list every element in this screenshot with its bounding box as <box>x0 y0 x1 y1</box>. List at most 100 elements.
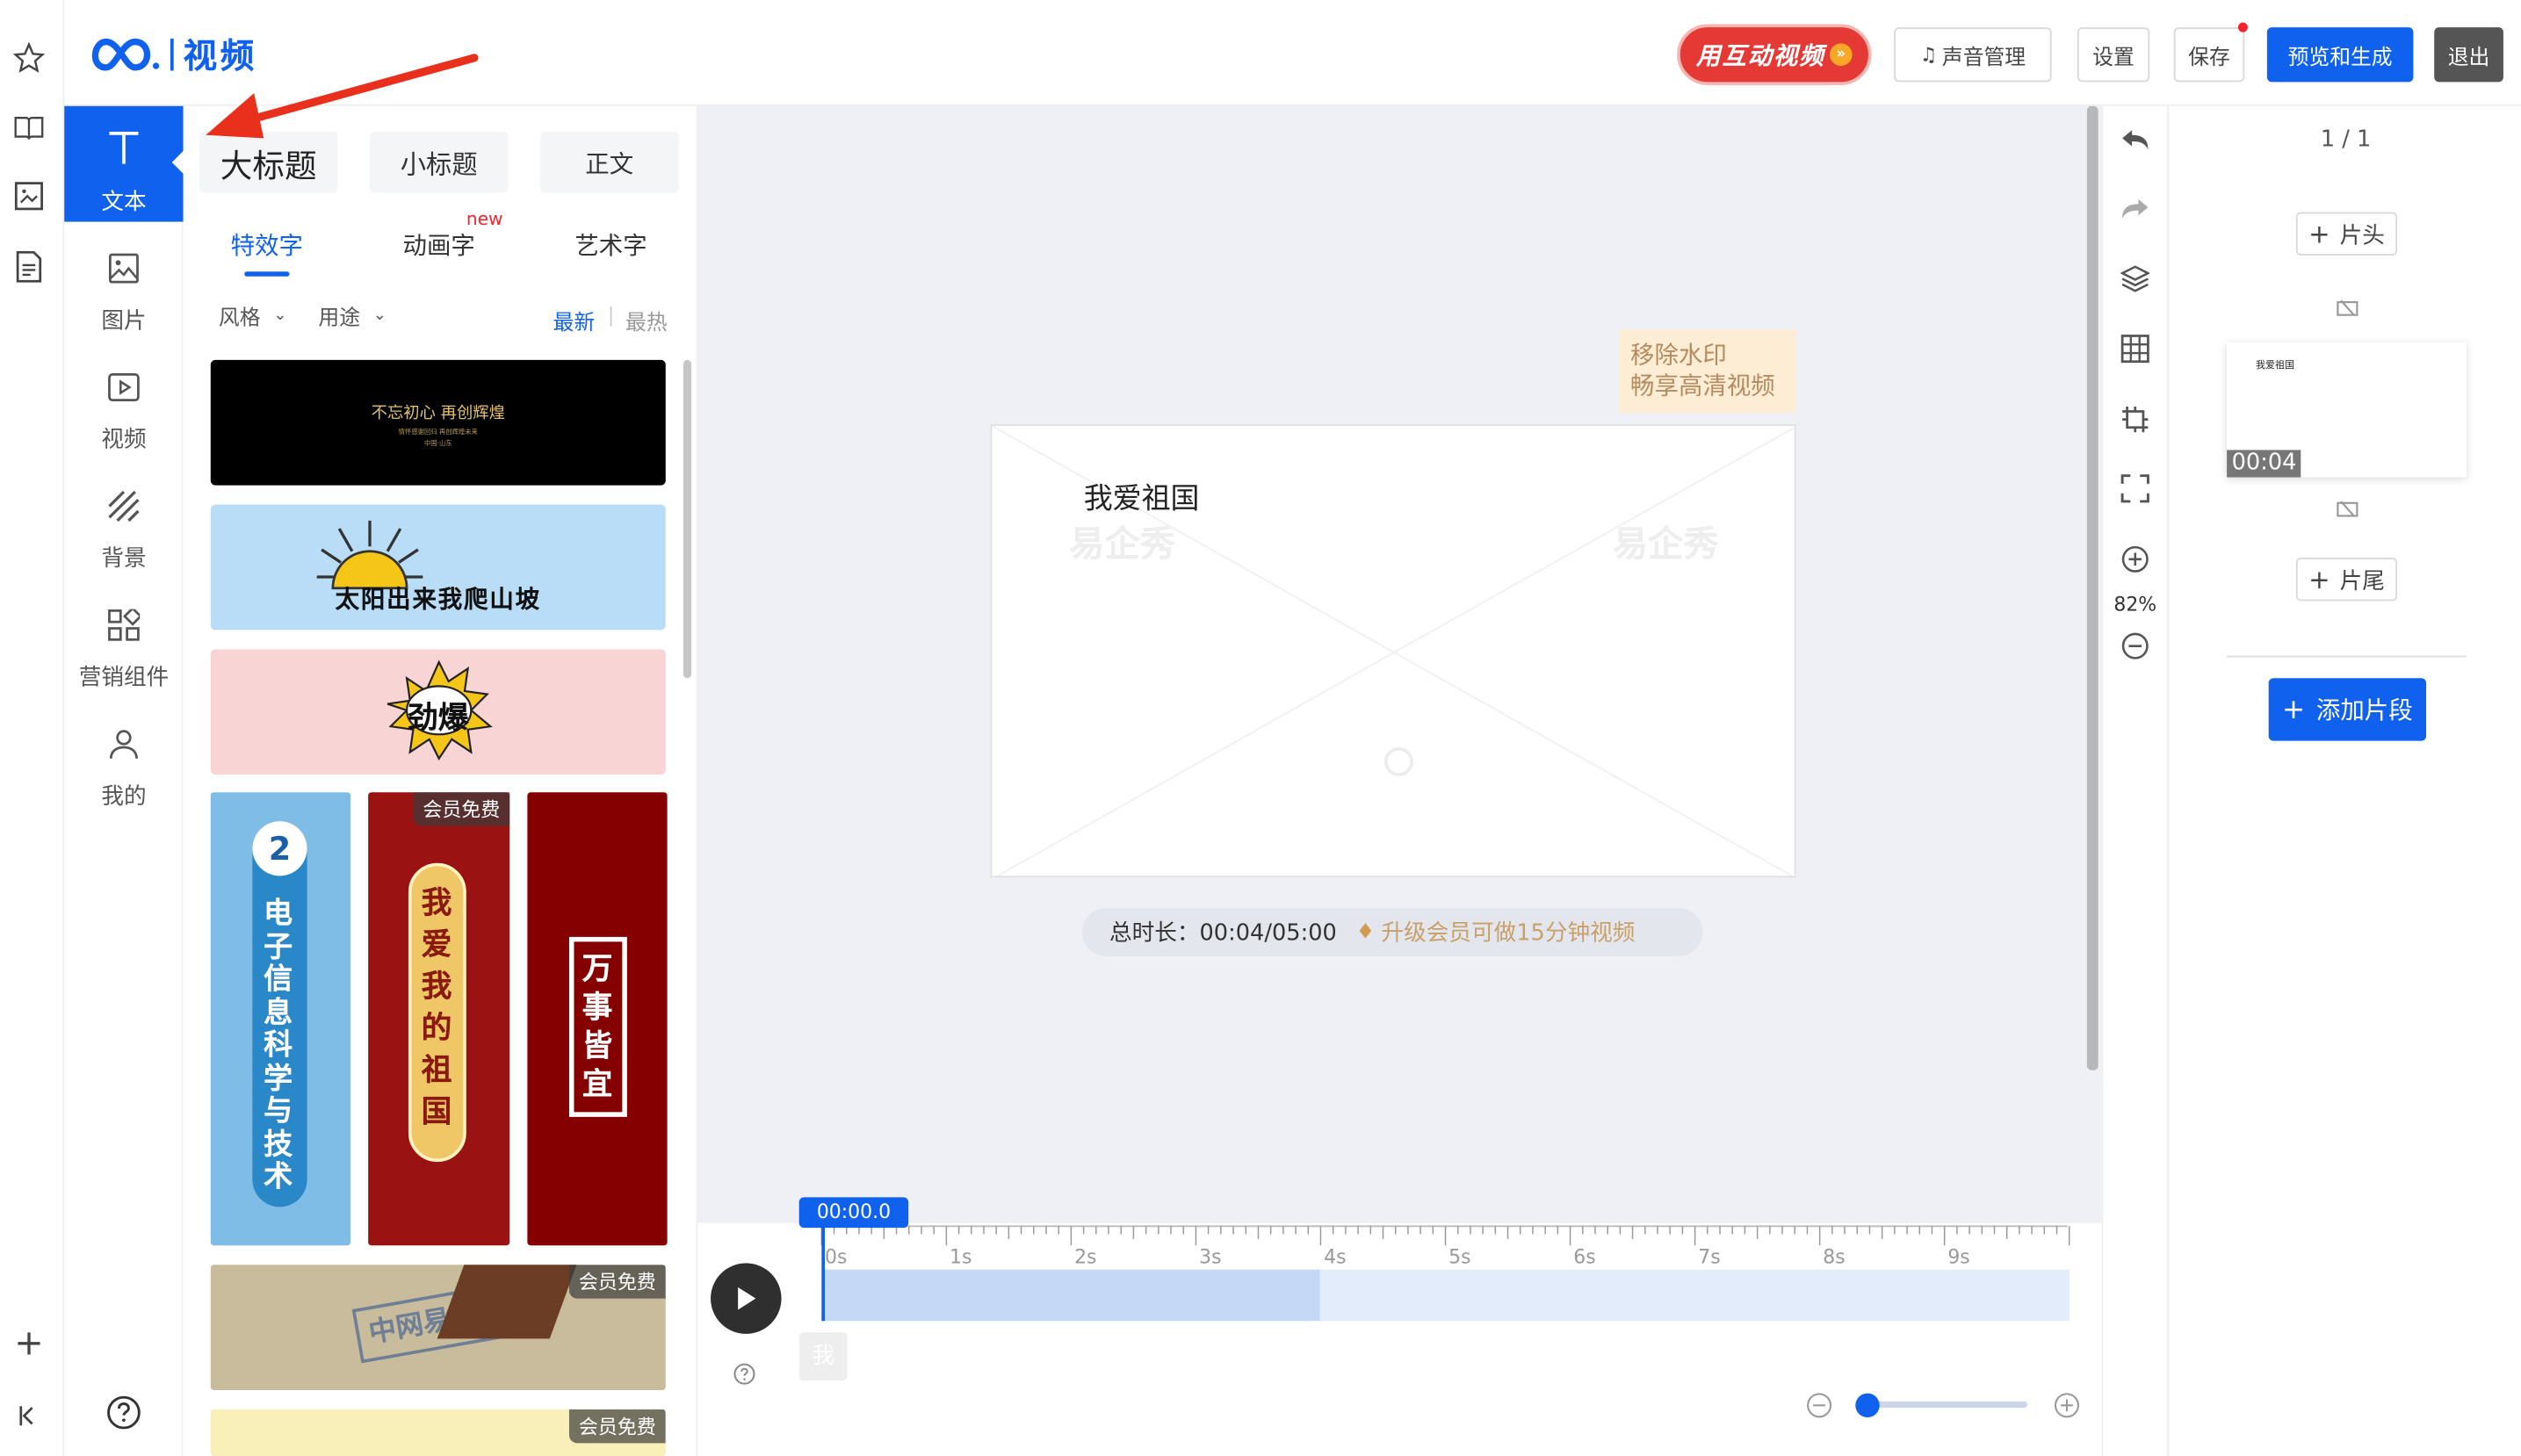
question-small-icon[interactable] <box>732 1361 757 1387</box>
fullscreen-icon[interactable] <box>2118 471 2153 506</box>
faded-watermark-left: 易企秀 <box>1069 525 1176 566</box>
nav-label-image: 图片 <box>101 308 147 335</box>
tab-animated-text[interactable]: 动画字 <box>399 228 480 262</box>
upgrade-link[interactable]: 升级会员可做15分钟视频 <box>1381 916 1635 948</box>
add-tail-button[interactable]: + 片尾 <box>2295 558 2398 602</box>
card-sub2: 中国·山东 <box>423 438 452 447</box>
zoom-out-icon[interactable] <box>2118 629 2153 664</box>
nav-item-background[interactable]: 背景 <box>64 476 183 579</box>
card-text: 不忘初心 再创辉煌 <box>371 405 505 423</box>
text-T-icon <box>103 126 145 170</box>
redo-icon[interactable] <box>2118 191 2153 227</box>
duration-label: 总时长：00:04/05:00 <box>1109 920 1337 947</box>
question-icon[interactable] <box>105 1394 143 1432</box>
diamond-icon: ♦ <box>1355 919 1376 945</box>
effect-card-vertical-maroon[interactable]: 万事皆宜 <box>527 792 668 1246</box>
crop-icon[interactable] <box>2118 402 2153 437</box>
ruler-label: 7s <box>1698 1246 1720 1266</box>
tab-effect-text[interactable]: 特效字 <box>228 228 306 262</box>
timeline-clip[interactable] <box>821 1269 1321 1322</box>
exit-button[interactable]: 退出 <box>2434 27 2503 83</box>
sort-latest[interactable]: 最新 <box>553 306 596 335</box>
playhead-label[interactable]: 00:00.0 <box>798 1197 909 1229</box>
card-text: 劲爆 <box>407 700 469 737</box>
nav-item-image[interactable]: 图片 <box>64 238 183 341</box>
nav-item-video[interactable]: 视频 <box>64 357 183 459</box>
add-head-label: 片头 <box>2339 222 2385 249</box>
undo-icon[interactable] <box>2118 122 2153 157</box>
right-divider <box>2227 655 2467 658</box>
image-frame-icon[interactable] <box>10 177 48 215</box>
nav-item-text[interactable]: 文本 <box>64 105 184 222</box>
book-icon[interactable] <box>10 109 48 148</box>
card-number: 2 <box>252 821 307 876</box>
effect-card-vertical-red[interactable]: 会员免费 我爱我的祖国 <box>368 792 510 1246</box>
segment-thumbnail[interactable]: 我爱祖国 00:04 <box>2227 342 2467 478</box>
nav-item-mine[interactable]: 我的 <box>64 714 183 817</box>
card-text: 我爱我的祖国 <box>421 885 452 1130</box>
page-indicator: 1 / 1 <box>2320 126 2372 153</box>
tab-active-underline <box>244 271 290 277</box>
save-button[interactable]: 保存 <box>2173 27 2245 83</box>
thumb-title: 我爱祖国 <box>2256 359 2295 371</box>
tab-art-text[interactable]: 艺术字 <box>571 228 652 262</box>
timeline-zoom-slider[interactable] <box>1857 1401 2028 1409</box>
settings-button[interactable]: 设置 <box>2077 27 2150 83</box>
ruler-label: 2s <box>1074 1246 1096 1266</box>
play-button[interactable] <box>711 1263 782 1334</box>
effect-card-yellow[interactable]: 会员免费 <box>210 1409 666 1456</box>
effect-card-black[interactable]: 不忘初心 再创辉煌 情怀感谢回归 再创辉煌未来 中国·山东 <box>210 359 666 486</box>
preview-generate-button[interactable]: 预览和生成 <box>2266 27 2414 83</box>
track-label[interactable]: 我 <box>798 1332 848 1380</box>
nav-label-video: 视频 <box>101 427 147 454</box>
layers-icon[interactable] <box>2118 260 2153 295</box>
sort-separator: | <box>607 303 615 327</box>
user-icon <box>106 726 141 761</box>
document-icon[interactable] <box>10 248 48 286</box>
add-segment-label: 添加片段 <box>2315 696 2413 725</box>
nav-item-marketing[interactable]: 营销组件 <box>64 595 183 697</box>
left-rail <box>0 0 65 1456</box>
watermark-tip[interactable]: 移除水印 畅享高清视频 <box>1619 329 1796 414</box>
canvas-scrollbar[interactable] <box>2086 105 2098 1070</box>
timeline-zoom-in-icon[interactable] <box>2052 1390 2081 1419</box>
zoom-in-icon[interactable] <box>2118 542 2153 577</box>
voice-management-button[interactable]: ♫ 声音管理 <box>1894 27 2052 83</box>
add-head-button[interactable]: + 片头 <box>2295 212 2398 256</box>
ruler-label: 4s <box>1324 1246 1346 1266</box>
card-text: 万事皆宜 <box>581 951 613 1103</box>
timeline-zoom-out-icon[interactable] <box>1804 1390 1833 1419</box>
collapse-icon[interactable] <box>10 1396 48 1435</box>
new-badge: new <box>466 208 503 230</box>
nav-label-text: 文本 <box>101 189 147 216</box>
image-icon <box>106 250 141 285</box>
effect-card-vertical-blue[interactable]: 2 电子信息科学与技术 <box>210 792 351 1246</box>
filter-usage[interactable]: 用途 ⌄ <box>318 300 386 331</box>
plus-icon[interactable]: + <box>10 1323 48 1364</box>
transition-icon[interactable] <box>2335 296 2360 319</box>
chevron-down-icon: ⌄ <box>273 306 287 325</box>
tool-column <box>2101 105 2170 1456</box>
add-segment-button[interactable]: + 添加片段 <box>2268 678 2427 741</box>
effect-card-3d[interactable]: 中网易 会员免费 <box>210 1265 666 1390</box>
effect-card-burst[interactable]: 劲爆 <box>210 649 666 775</box>
duration-pill: 总时长：00:04/05:00 ♦ 升级会员可做15分钟视频 <box>1081 907 1703 956</box>
grid-icon[interactable] <box>2118 331 2153 366</box>
thumb-time: 00:04 <box>2227 450 2301 478</box>
card-sub1: 情怀感谢回归 再创辉煌未来 <box>398 427 478 436</box>
transition-icon[interactable] <box>2335 496 2360 519</box>
red-arrow-annotation <box>206 54 479 139</box>
sort-hot[interactable]: 最热 <box>625 306 668 335</box>
plus-icon: + <box>2308 564 2330 595</box>
member-free-badge: 会员免费 <box>568 1265 666 1299</box>
slide-canvas[interactable]: 我爱祖国 易企秀 易企秀 <box>990 424 1796 878</box>
slide-title[interactable]: 我爱祖国 <box>1084 476 1200 518</box>
panel-scrollbar[interactable] <box>683 359 692 679</box>
promo-button[interactable]: 用互动视频 » <box>1677 24 1872 85</box>
style-button-body[interactable]: 正文 <box>540 132 679 193</box>
watermark-line1: 移除水印 <box>1630 340 1727 370</box>
timeline-ruler: 0s 1s 2s 3s 4s 5s 6s 7s 8s 9s 10 <box>820 1225 2074 1266</box>
filter-style[interactable]: 风格 ⌄ <box>219 300 287 331</box>
star-icon[interactable] <box>10 39 48 77</box>
effect-card-sun[interactable]: 太阳出来我爬山坡 <box>210 504 666 631</box>
